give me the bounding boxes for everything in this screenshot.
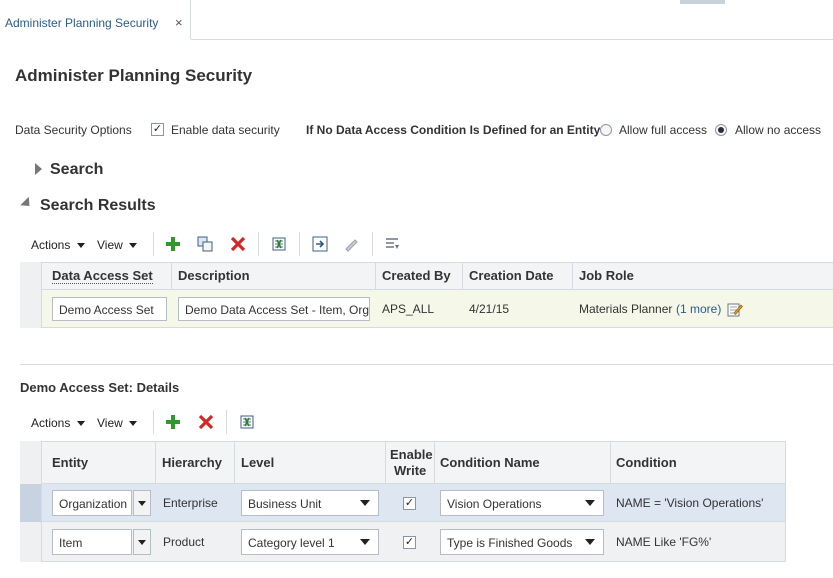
freeze-icon[interactable] [384, 236, 400, 252]
chevron-down-icon [360, 500, 370, 506]
data-security-options-label: Data Security Options [15, 123, 132, 137]
toolbar-separator [153, 410, 154, 434]
toolbar-separator [258, 232, 259, 256]
actions-chevron-down-icon[interactable] [77, 421, 85, 426]
level-value: Business Unit [248, 497, 322, 511]
description-input[interactable]: Demo Data Access Set - Item, Org [178, 297, 370, 321]
actions-menu[interactable]: Actions [31, 416, 70, 430]
created-by-value: APS_ALL [382, 302, 435, 316]
column-header-description[interactable]: Description [178, 268, 250, 283]
page-title: Administer Planning Security [15, 66, 253, 85]
column-header-write[interactable]: Write [394, 463, 426, 478]
view-menu[interactable]: View [97, 416, 123, 430]
delete-icon[interactable] [230, 236, 246, 252]
condition-name-dropdown-button[interactable] [578, 529, 602, 555]
column-header-enable[interactable]: Enable [390, 447, 433, 462]
enable-write-checkbox[interactable]: ✓ [403, 497, 416, 510]
column-header-creation-date[interactable]: Creation Date [469, 268, 554, 283]
column-header-entity[interactable]: Entity [52, 455, 88, 470]
toolbar-separator [226, 410, 227, 434]
data-access-set-input[interactable]: Demo Access Set [52, 297, 167, 321]
view-chevron-down-icon[interactable] [129, 243, 137, 248]
job-role-value: Materials Planner [579, 302, 673, 316]
entity-dropdown-button[interactable] [133, 490, 151, 516]
duplicate-icon[interactable] [197, 236, 213, 252]
row-selector[interactable] [20, 290, 42, 328]
column-header-hierarchy[interactable]: Hierarchy [162, 455, 222, 470]
chevron-down-icon [360, 539, 370, 545]
condition-value: NAME Like 'FG%' [616, 535, 712, 549]
enable-write-checkbox[interactable]: ✓ [403, 536, 416, 549]
chevron-down-icon [585, 500, 595, 506]
collapse-search-results-icon[interactable] [20, 196, 34, 211]
column-header-condition-name[interactable]: Condition Name [440, 455, 540, 470]
row-selector-header [20, 262, 42, 290]
level-dropdown-button[interactable] [353, 529, 377, 555]
allow-no-access-radio[interactable] [715, 124, 727, 136]
chevron-down-icon [138, 540, 146, 545]
column-header-condition[interactable]: Condition [616, 455, 677, 470]
chevron-down-icon [585, 539, 595, 545]
column-header-created-by[interactable]: Created By [382, 268, 451, 283]
no-condition-label: If No Data Access Condition Is Defined f… [306, 123, 601, 137]
actions-chevron-down-icon[interactable] [77, 243, 85, 248]
details-title: Demo Access Set: Details [20, 380, 180, 395]
column-header-data-access-set[interactable]: Data Access Set [52, 268, 153, 284]
entity-select[interactable]: Item [52, 529, 132, 555]
delete-icon[interactable] [198, 414, 214, 430]
job-role-more-link[interactable]: (1 more) [676, 302, 721, 316]
hierarchy-value: Product [163, 535, 205, 549]
row-selector[interactable] [20, 484, 42, 522]
allow-full-access-label: Allow full access [619, 123, 708, 137]
allow-no-access-label: Allow no access [735, 123, 822, 137]
top-strip [680, 0, 725, 4]
expand-search-icon[interactable] [35, 163, 42, 175]
close-icon[interactable]: × [175, 15, 183, 30]
toolbar-separator [299, 232, 300, 256]
tab-label[interactable]: Administer Planning Security [5, 16, 158, 30]
search-section-title[interactable]: Search [50, 161, 103, 179]
toolbar-separator [372, 232, 373, 256]
column-header-job-role[interactable]: Job Role [579, 268, 634, 283]
actions-menu[interactable]: Actions [31, 238, 70, 252]
condition-name-dropdown-button[interactable] [578, 490, 602, 516]
enable-data-security-label: Enable data security [171, 123, 280, 137]
view-chevron-down-icon[interactable] [129, 421, 137, 426]
section-divider [20, 364, 833, 365]
creation-date-value: 4/21/15 [469, 302, 510, 316]
condition-name-value: Type is Finished Goods [447, 536, 573, 550]
toolbar-separator [153, 232, 154, 256]
add-icon[interactable] [165, 414, 181, 430]
view-menu[interactable]: View [97, 238, 123, 252]
entity-select[interactable]: Organization [52, 490, 132, 516]
edit-job-role-icon[interactable] [727, 301, 743, 317]
condition-value: NAME = 'Vision Operations' [616, 496, 764, 510]
search-results-title[interactable]: Search Results [40, 197, 156, 215]
export-to-excel-icon[interactable] [271, 236, 287, 252]
level-dropdown-button[interactable] [353, 490, 377, 516]
export-to-excel-icon[interactable] [239, 414, 255, 430]
column-divider [785, 441, 786, 562]
add-icon[interactable] [165, 236, 181, 252]
detach-icon[interactable] [312, 236, 328, 252]
tab-administer-planning-security[interactable]: Administer Planning Security × [0, 0, 191, 40]
row-selector[interactable] [20, 522, 42, 562]
hierarchy-value: Enterprise [163, 496, 218, 510]
edit-pencil-icon[interactable] [343, 236, 359, 252]
entity-dropdown-button[interactable] [133, 529, 151, 555]
chevron-down-icon [138, 501, 146, 506]
enable-data-security-checkbox[interactable]: ✓ [151, 123, 164, 136]
allow-full-access-radio[interactable] [600, 124, 612, 136]
condition-name-value: Vision Operations [447, 497, 542, 511]
column-header-level[interactable]: Level [241, 455, 274, 470]
level-value: Category level 1 [248, 536, 335, 550]
